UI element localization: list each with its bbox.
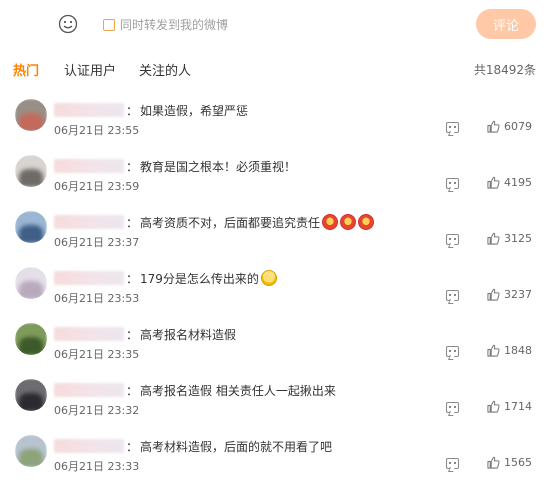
thumbs-up-icon xyxy=(487,176,500,189)
username-blurred[interactable] xyxy=(54,159,124,173)
reply-icon[interactable] xyxy=(446,178,459,189)
avatar[interactable] xyxy=(15,379,47,411)
like-count: 1714 xyxy=(504,400,532,413)
avatar[interactable] xyxy=(15,323,47,355)
comment-text: 高考资质不对，后面都要追究责任 xyxy=(140,215,321,230)
username-blurred[interactable] xyxy=(54,103,124,117)
comment-item: ： 高考材料造假，后面的就不用看了吧 06月21日 23:33 1565 xyxy=(0,435,554,485)
comment-text: 高考报名造假 相关责任人一起揪出来 xyxy=(140,383,336,398)
like-button[interactable]: 3237 xyxy=(487,288,532,301)
like-button[interactable]: 1565 xyxy=(487,456,532,469)
like-count: 6079 xyxy=(504,120,532,133)
comment-item: ： 如果造假，希望严惩 06月21日 23:55 6079 xyxy=(0,99,554,155)
avatar[interactable] xyxy=(15,267,47,299)
comment-total-count: 共18492条 xyxy=(473,63,536,77)
username-blurred[interactable] xyxy=(54,439,124,453)
comment-item: ： 高考资质不对，后面都要追究责任 06月21日 23:37 3125 xyxy=(0,211,554,267)
comment-time: 06月21日 23:59 xyxy=(54,180,140,193)
repost-label: 同时转发到我的微博 xyxy=(120,18,229,32)
comment-composer: 同时转发到我的微博 评论 xyxy=(0,0,554,48)
emoji-icon[interactable] xyxy=(58,14,78,34)
comment-time: 06月21日 23:32 xyxy=(54,404,140,417)
like-button[interactable]: 4195 xyxy=(487,176,532,189)
username-blurred[interactable] xyxy=(54,271,124,285)
thumbs-up-icon xyxy=(487,344,500,357)
reply-icon[interactable] xyxy=(446,290,459,301)
emoji-icon xyxy=(322,214,339,230)
reply-icon[interactable] xyxy=(446,234,459,245)
comment-time: 06月21日 23:35 xyxy=(54,348,140,361)
comment-text: 如果造假，希望严惩 xyxy=(140,103,249,118)
like-count: 1565 xyxy=(504,456,532,469)
colon: ： xyxy=(126,383,139,398)
like-count: 1848 xyxy=(504,344,532,357)
like-button[interactable]: 1848 xyxy=(487,344,532,357)
tab-hot[interactable]: 热门 xyxy=(13,60,39,79)
tab-following[interactable]: 关注的人 xyxy=(139,60,191,79)
reply-icon[interactable] xyxy=(446,346,459,357)
avatar[interactable] xyxy=(15,155,47,187)
emoji-icon xyxy=(358,214,375,230)
reply-icon[interactable] xyxy=(446,402,459,413)
username-blurred[interactable] xyxy=(54,215,124,229)
laugh-emoji-icon xyxy=(260,270,277,286)
like-count: 3237 xyxy=(504,288,532,301)
comment-time: 06月21日 23:53 xyxy=(54,292,140,305)
avatar[interactable] xyxy=(15,211,47,243)
submit-comment-button[interactable]: 评论 xyxy=(476,9,536,39)
comment-item: ： 教育是国之根本！必须重视！ 06月21日 23:59 4195 xyxy=(0,155,554,211)
comment-text: 教育是国之根本！必须重视！ xyxy=(140,159,297,174)
comment-item: ： 高考报名材料造假 06月21日 23:35 1848 xyxy=(0,323,554,379)
like-count: 4195 xyxy=(504,176,532,189)
comment-time: 06月21日 23:37 xyxy=(54,236,140,249)
username-blurred[interactable] xyxy=(54,383,124,397)
thumbs-up-icon xyxy=(487,288,500,301)
checkbox-icon[interactable] xyxy=(103,18,115,31)
like-button[interactable]: 1714 xyxy=(487,400,532,413)
like-count: 3125 xyxy=(504,232,532,245)
colon: ： xyxy=(126,103,139,118)
reply-icon[interactable] xyxy=(446,458,459,469)
username-blurred[interactable] xyxy=(54,327,124,341)
tab-verified-users[interactable]: 认证用户 xyxy=(64,60,116,79)
colon: ： xyxy=(126,439,139,454)
reply-icon[interactable] xyxy=(446,122,459,133)
comment-text: 高考材料造假，后面的就不用看了吧 xyxy=(140,439,333,454)
colon: ： xyxy=(126,215,139,230)
colon: ： xyxy=(126,271,139,286)
like-button[interactable]: 3125 xyxy=(487,232,532,245)
comment-item: ： 高考报名造假 相关责任人一起揪出来 06月21日 23:32 1714 xyxy=(0,379,554,435)
thumbs-up-icon xyxy=(487,232,500,245)
comment-tabs: 热门 认证用户 关注的人 共18492条 xyxy=(0,56,554,82)
avatar[interactable] xyxy=(15,435,47,467)
thumbs-up-icon xyxy=(487,120,500,133)
avatar[interactable] xyxy=(15,99,47,131)
thumbs-up-icon xyxy=(487,456,500,469)
repost-checkbox[interactable]: 同时转发到我的微博 xyxy=(103,16,228,33)
thumbs-up-icon xyxy=(487,400,500,413)
colon: ： xyxy=(126,159,139,174)
emoji-icon xyxy=(340,214,357,230)
colon: ： xyxy=(126,327,139,342)
like-button[interactable]: 6079 xyxy=(487,120,532,133)
comment-text: 高考报名材料造假 xyxy=(140,327,237,342)
comment-time: 06月21日 23:33 xyxy=(54,460,140,473)
comment-item: ： 179分是怎么传出来的 06月21日 23:53 3237 xyxy=(0,267,554,323)
comment-time: 06月21日 23:55 xyxy=(54,124,140,137)
comment-text: 179分是怎么传出来的 xyxy=(140,271,259,286)
